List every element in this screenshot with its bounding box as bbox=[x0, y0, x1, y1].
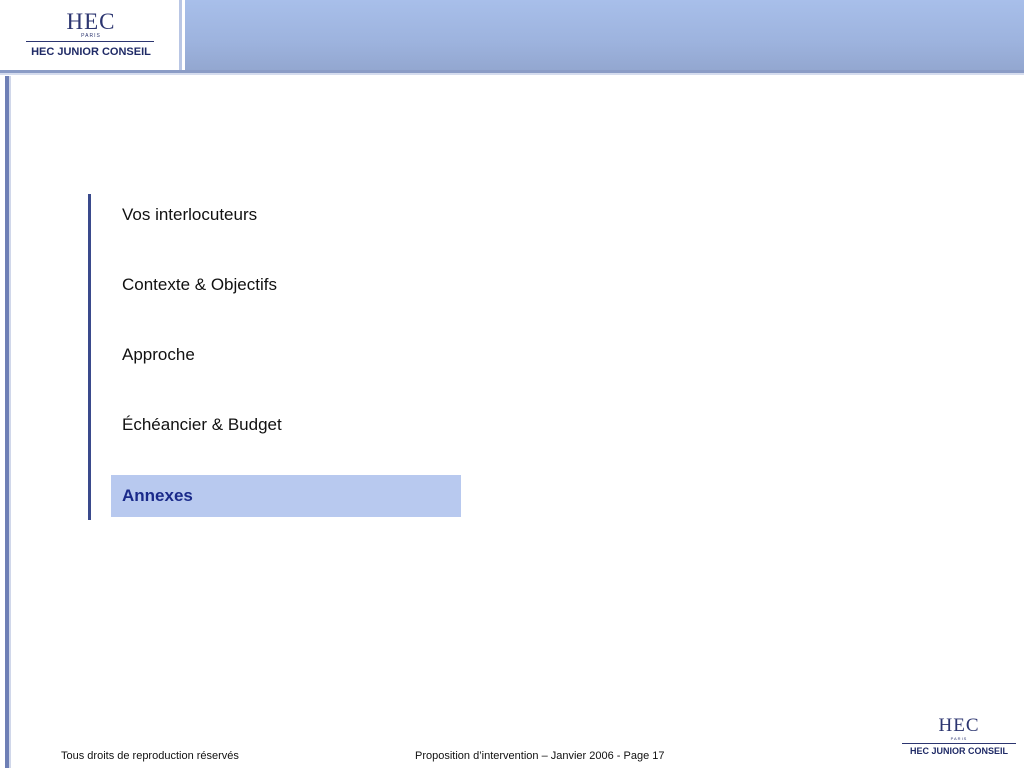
hec-city: PARIS bbox=[81, 33, 101, 39]
slide-header: HEC PARIS HEC JUNIOR CONSEIL bbox=[0, 0, 1024, 75]
hec-logo: HEC PARIS HEC JUNIOR CONSEIL bbox=[0, 0, 182, 70]
header-rule-light bbox=[0, 73, 1024, 75]
agenda-item-contexte-objectifs[interactable]: Contexte & Objectifs bbox=[111, 264, 461, 306]
logo-divider bbox=[26, 41, 154, 42]
footer-hec-city: PARIS bbox=[950, 736, 968, 741]
agenda-item-interlocuteurs[interactable]: Vos interlocuteurs bbox=[111, 194, 461, 236]
agenda-item-echeancier-budget[interactable]: Échéancier & Budget bbox=[111, 404, 461, 446]
hec-wordmark: HEC bbox=[66, 9, 116, 34]
hec-organization-name: HEC JUNIOR CONSEIL bbox=[31, 46, 151, 58]
left-margin-bar-light bbox=[9, 76, 11, 768]
agenda-vertical-rule bbox=[88, 194, 91, 520]
agenda-item-annexes-active[interactable]: Annexes bbox=[111, 475, 461, 517]
footer-hec-organization-name: HEC JUNIOR CONSEIL bbox=[909, 746, 1008, 756]
header-band bbox=[185, 0, 1024, 70]
footer-hec-logo: HEC PARIS HEC JUNIOR CONSEIL bbox=[898, 714, 1020, 764]
footer-logo-divider bbox=[902, 743, 1016, 744]
footer-document-info: Proposition d’intervention – Janvier 200… bbox=[415, 750, 665, 762]
agenda-item-approche[interactable]: Approche bbox=[111, 334, 461, 376]
footer-hec-wordmark: HEC bbox=[938, 715, 980, 736]
footer-rights: Tous droits de reproduction réservés bbox=[61, 750, 239, 762]
